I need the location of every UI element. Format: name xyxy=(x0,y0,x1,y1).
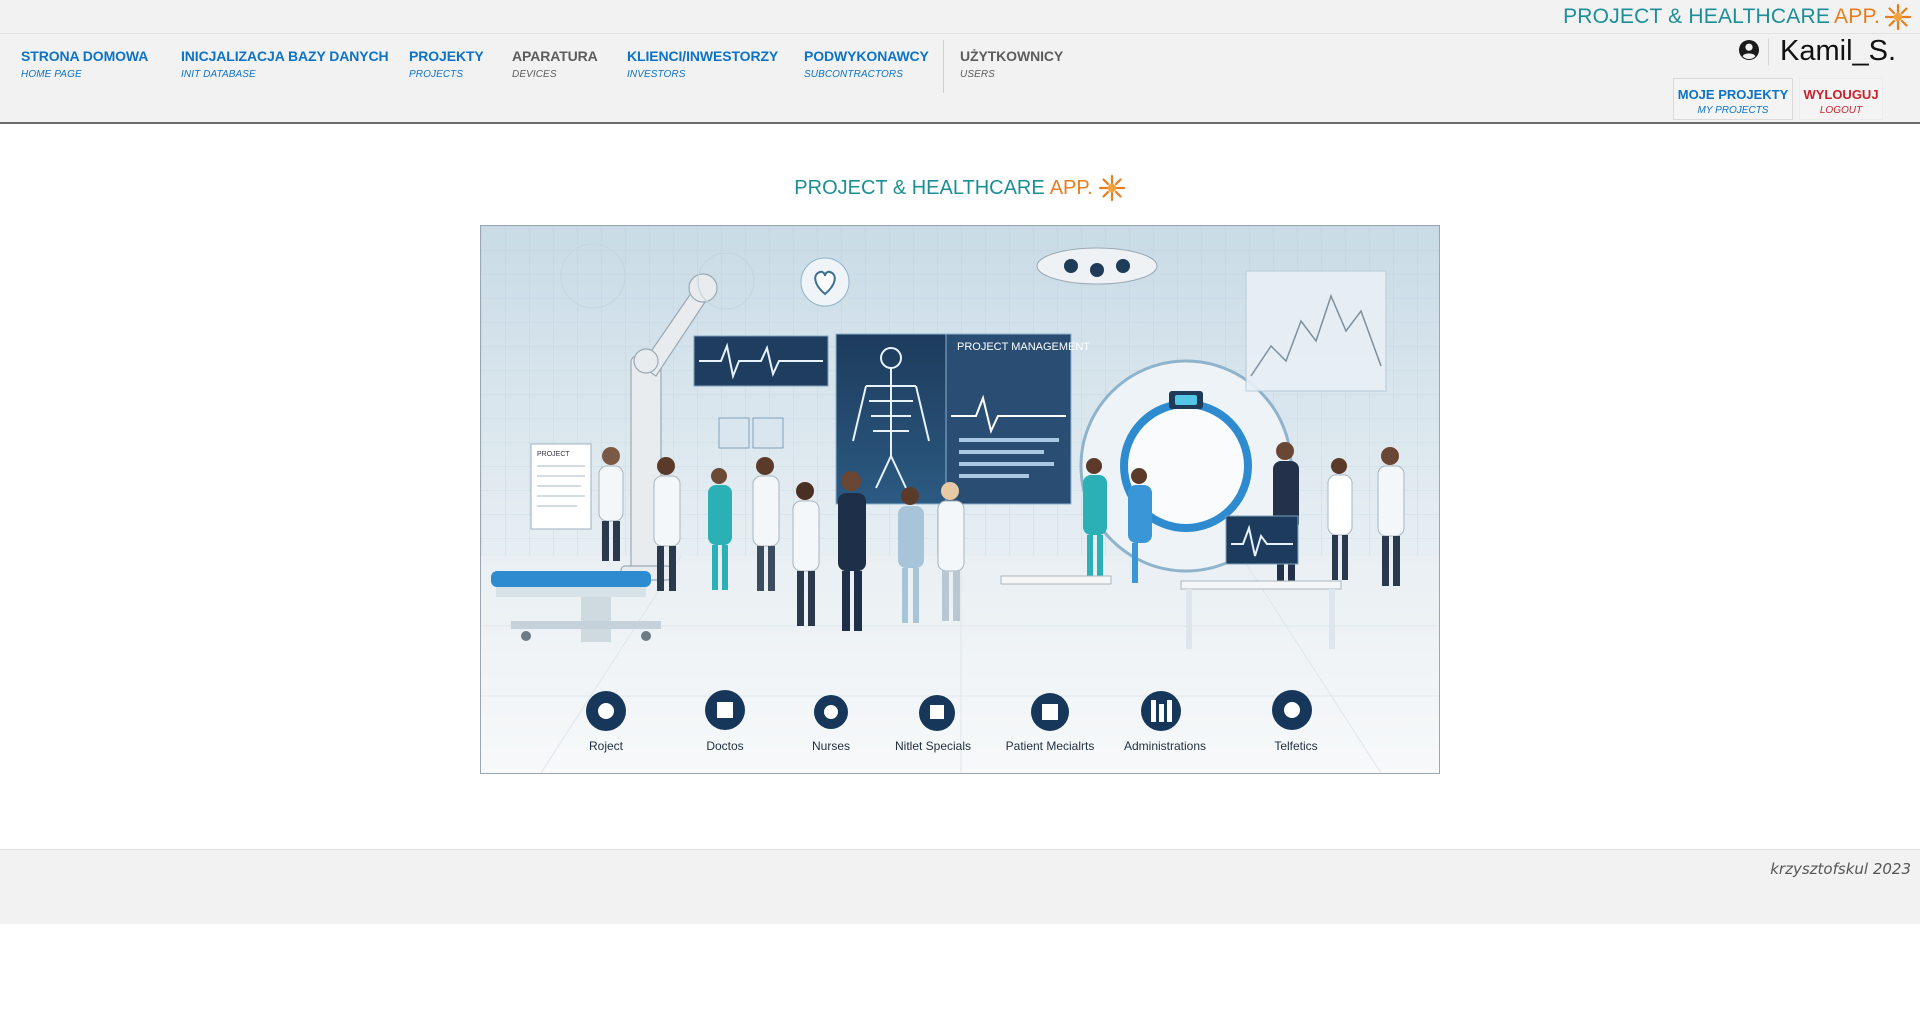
username[interactable]: Kamil_S. xyxy=(1780,35,1896,68)
category-label: Roject xyxy=(589,739,624,753)
category-label: Nitlet Specials xyxy=(895,739,971,753)
nav-users-sublabel: USERS xyxy=(960,69,995,80)
page-title-accent: APP. xyxy=(1049,176,1093,199)
nav-investors[interactable]: KLIENCI/INWESTORZY INVESTORS xyxy=(627,48,778,80)
nav-subcontractors-sublabel: SUBCONTRACTORS xyxy=(804,69,904,80)
logout-button[interactable]: WYLOUGUJ LOGOUT xyxy=(1799,78,1883,120)
nav-init-database-sublabel: INIT DATABASE xyxy=(181,69,256,80)
category-label: Nurses xyxy=(812,739,850,753)
brand-name: PROJECT & HEALTHCARE xyxy=(1563,5,1831,28)
nav-projects[interactable]: PROJEKTY PROJECTS xyxy=(409,48,484,80)
nav-projects-label: PROJEKTY xyxy=(409,48,484,64)
category-label: Patient Mecialrts xyxy=(1006,739,1095,753)
nav-subcontractors-label: PODWYKONAWCY xyxy=(804,48,929,64)
sun-icon xyxy=(1098,174,1125,202)
nav-devices-label: APARATURA xyxy=(512,48,598,64)
footer: krzysztofskul 2023 xyxy=(0,849,1920,924)
footer-credit: krzysztofskul 2023 xyxy=(1770,860,1911,878)
nav-users-label: UŻYTKOWNICY xyxy=(960,48,1064,64)
nav-home-label: STRONA DOMOWA xyxy=(21,48,149,64)
brand-logo[interactable]: PROJECT & HEALTHCARE APP. xyxy=(1563,3,1912,31)
nav-home-sublabel: HOME PAGE xyxy=(21,69,82,80)
nav-home[interactable]: STRONA DOMOWA HOME PAGE xyxy=(21,48,148,80)
category-label: Doctos xyxy=(706,739,743,753)
nav-subcontractors[interactable]: PODWYKONAWCY SUBCONTRACTORS xyxy=(804,48,929,80)
page-title: PROJECT & HEALTHCARE APP. xyxy=(0,172,1920,204)
category-label: Administrations xyxy=(1124,739,1206,753)
my-projects-label: MOJE PROJEKTY xyxy=(1677,87,1789,102)
nav-devices-sublabel: DEVICES xyxy=(512,69,557,80)
category-label: Telfetics xyxy=(1274,739,1317,753)
brand-accent: APP. xyxy=(1834,5,1880,28)
nav-init-database-label: INICJALIZACJA BAZY DANYCH xyxy=(181,48,389,64)
logout-label: WYLOUGUJ xyxy=(1803,87,1879,102)
hero-image: PROJECT MANAGEMENT PROJECT Roject Doctos… xyxy=(480,225,1440,774)
hero-illustration: PROJECT MANAGEMENT PROJECT Roject Doctos… xyxy=(481,226,1439,773)
brand-bar: PROJECT & HEALTHCARE APP. xyxy=(0,0,1920,34)
nav-divider xyxy=(943,40,944,93)
user-circle-icon[interactable] xyxy=(1738,39,1760,61)
main-navbar: STRONA DOMOWA HOME PAGE INICJALIZACJA BA… xyxy=(0,34,1920,124)
nav-users[interactable]: UŻYTKOWNICY USERS xyxy=(960,48,1063,80)
page-title-main: PROJECT & HEALTHCARE xyxy=(794,176,1045,199)
document-label: PROJECT xyxy=(537,451,570,458)
nav-devices[interactable]: APARATURA DEVICES xyxy=(512,48,598,80)
nav-investors-sublabel: INVESTORS xyxy=(627,69,686,80)
sun-icon xyxy=(1884,3,1912,31)
my-projects-sublabel: MY PROJECTS xyxy=(1697,105,1769,116)
screen-label: PROJECT MANAGEMENT xyxy=(957,341,1090,353)
nav-projects-sublabel: PROJECTS xyxy=(409,69,464,80)
logout-sublabel: LOGOUT xyxy=(1819,105,1863,116)
my-projects-button[interactable]: MOJE PROJEKTY MY PROJECTS xyxy=(1673,78,1793,120)
user-separator xyxy=(1768,38,1769,66)
nav-init-database[interactable]: INICJALIZACJA BAZY DANYCH INIT DATABASE xyxy=(181,48,389,80)
nav-investors-label: KLIENCI/INWESTORZY xyxy=(627,48,779,64)
